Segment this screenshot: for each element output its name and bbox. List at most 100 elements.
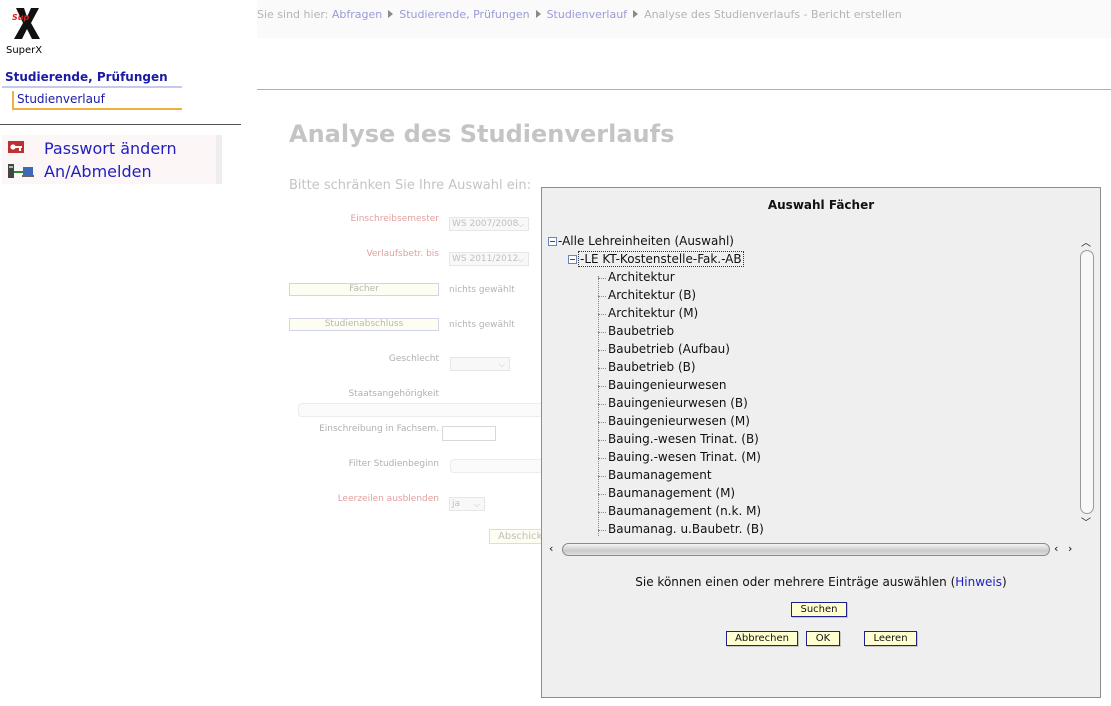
tree-branch-line [598,350,606,351]
breadcrumb: Sie sind hier: Abfragen Studierende, Prüf… [257,8,902,21]
sidebar-section-studierende[interactable]: Studierende, Prüfungen [2,68,182,88]
tree-horizontal-scrollbar[interactable]: ‹ ‹ › [546,541,1082,558]
chevron-down-icon: ⌵ [517,255,524,264]
tree-branch-line [598,332,606,333]
staatsangehoerigkeit-select[interactable] [298,403,543,417]
collapse-icon[interactable] [548,237,557,246]
tree-leaf-label: Baumanagement (M) [608,486,736,500]
hint-link[interactable]: Hinweis [955,575,1002,589]
tree-leaf-label: Architektur (M) [608,306,699,320]
vertical-scroll-thumb[interactable] [1080,250,1094,514]
tree-branch-line [598,476,606,477]
scroll-left-icon[interactable]: ‹ [1054,542,1058,555]
tree-branch-line [598,512,606,513]
collapse-icon[interactable] [568,255,577,264]
tree-leaf-item[interactable]: Baubetrieb (B) [548,360,1048,378]
scroll-left-icon[interactable]: ‹ [549,542,553,555]
tree-leaf-item[interactable]: Baumanagement (n.k. M) [548,504,1048,522]
tree-branch-line [598,422,606,423]
login-logout-link[interactable]: An/Abmelden [2,160,216,182]
leerzeilen-select[interactable]: ja ⌵ [449,497,485,511]
einschreibsemester-label: Einschreibsemester [350,214,439,224]
change-password-label: Passwort ändern [44,139,177,158]
tree-leaf-item[interactable]: Baumanagement [548,468,1048,486]
filter-studienbeginn-select[interactable] [450,459,543,473]
tree-branch-line [598,278,606,279]
tree-leaf-label: Baubetrieb (Aufbau) [608,342,730,356]
tree-leaf-label: Bauingenieurwesen (M) [608,414,750,428]
verlaufsbetr-label: Verlaufsbetr. bis [366,249,439,259]
tree-branch-line [598,368,606,369]
selection-hint: Sie können einen oder mehrere Einträge a… [635,575,1007,589]
faecher-tree: -Alle Lehreinheiten (Auswahl) -LE KT-Kos… [548,234,1096,560]
scroll-right-icon[interactable]: › [1068,542,1072,555]
svg-text:Sup: Sup [12,13,29,22]
breadcrumb-arrow-icon [535,10,541,18]
faecher-button[interactable]: Fächer [289,283,439,296]
superx-logo: Sup SuperX [4,6,44,56]
tree-leaf-label: Bauingenieurwesen [608,378,727,392]
tree-leaf-item[interactable]: Bauingenieurwesen [548,378,1048,396]
change-password-link[interactable]: Passwort ändern [2,137,216,159]
studienabschluss-button[interactable]: Studienabschluss [289,318,439,331]
selection-hint-text: Sie können einen oder mehrere Einträge a… [635,575,947,589]
superx-logo-icon: Sup [12,8,40,39]
tree-leaf-item[interactable]: Architektur [548,270,1048,288]
network-login-icon [8,164,34,178]
tree-leaf-item[interactable]: Bauingenieurwesen (M) [548,414,1048,432]
page-title: Analyse des Studienverlaufs [289,120,675,148]
einschreibung-fachsem-input[interactable] [442,426,496,441]
studienabschluss-value: nichts gewählt [449,320,515,330]
breadcrumb-arrow-icon [633,10,639,18]
tree-vertical-scrollbar[interactable]: ︿ ﹀ [1078,234,1096,540]
user-links-panel: Passwort ändern An/Abmelden [2,135,222,184]
tree-leaf-item[interactable]: Bauing.-wesen Trinat. (M) [548,450,1048,468]
sidebar-divider [0,124,241,125]
tree-leaf-item[interactable]: Baubetrieb [548,324,1048,342]
tree-leaf-label: Bauingenieurwesen (B) [608,396,748,410]
tree-leaf-item[interactable]: Baumanag. u.Baubetr. (B) [548,522,1048,540]
breadcrumb-studienverlauf[interactable]: Studienverlauf [547,8,628,21]
tree-leaf-item[interactable]: Baubetrieb (Aufbau) [548,342,1048,360]
tree-leaf-label: Bauing.-wesen Trinat. (B) [608,432,759,446]
tree-leaf-item[interactable]: Bauing.-wesen Trinat. (B) [548,432,1048,450]
tree-leaf-item[interactable]: Bauingenieurwesen (B) [548,396,1048,414]
breadcrumb-studierende[interactable]: Studierende, Prüfungen [399,8,529,21]
ok-button[interactable]: OK [806,631,840,646]
verlaufsbetr-value: WS 2011/2012 [452,254,519,264]
staatsangehoerigkeit-label: Staatsangehörigkeit [348,389,439,399]
sidebar-item-studienverlauf[interactable]: Studienverlauf [12,91,182,110]
geschlecht-select[interactable]: ⌵ [450,357,510,371]
tree-leaf-item[interactable]: Architektur (B) [548,288,1048,306]
tree-branch-line [598,494,606,495]
einschreibsemester-value: WS 2007/2008 [452,219,519,229]
search-button[interactable]: Suchen [791,602,847,617]
faecher-value: nichts gewählt [449,285,515,295]
scroll-up-icon[interactable]: ︿ [1081,234,1091,249]
verlaufsbetr-select[interactable]: WS 2011/2012 ⌵ [449,252,529,266]
submit-button[interactable]: Abschicken [489,529,543,544]
scroll-down-icon[interactable]: ﹀ [1081,514,1091,529]
tree-leaf-label: Baubetrieb (B) [608,360,696,374]
tree-branch-line [598,530,606,531]
clear-button[interactable]: Leeren [864,631,917,646]
tree-leaf-label: Baumanagement [608,468,712,482]
tree-branch-line [598,458,606,459]
tree-leaf-label: Baubetrieb [608,324,675,338]
login-logout-label: An/Abmelden [44,162,152,181]
cancel-button[interactable]: Abbrechen [726,631,798,646]
tree-branch-line [598,386,606,387]
tree-leaf-item[interactable]: Architektur (M) [548,306,1048,324]
horizontal-scroll-thumb[interactable] [562,543,1050,556]
breadcrumb-current: Analyse des Studienverlaufs - Bericht er… [644,8,902,21]
filter-studienbeginn-label: Filter Studienbeginn [348,459,439,469]
tree-leaf-label: Baumanag. u.Baubetr. (B) [608,522,764,536]
breadcrumb-prefix: Sie sind hier: [257,8,329,21]
tree-root-label: Alle Lehreinheiten (Auswahl) [562,234,734,248]
chevron-down-icon: ⌵ [517,220,524,229]
leerzeilen-value: ja [452,499,461,509]
chevron-down-icon: ⌵ [473,500,480,509]
einschreibsemester-select[interactable]: WS 2007/2008 ⌵ [449,217,529,231]
breadcrumb-abfragen[interactable]: Abfragen [332,8,382,21]
tree-leaf-item[interactable]: Baumanagement (M) [548,486,1048,504]
